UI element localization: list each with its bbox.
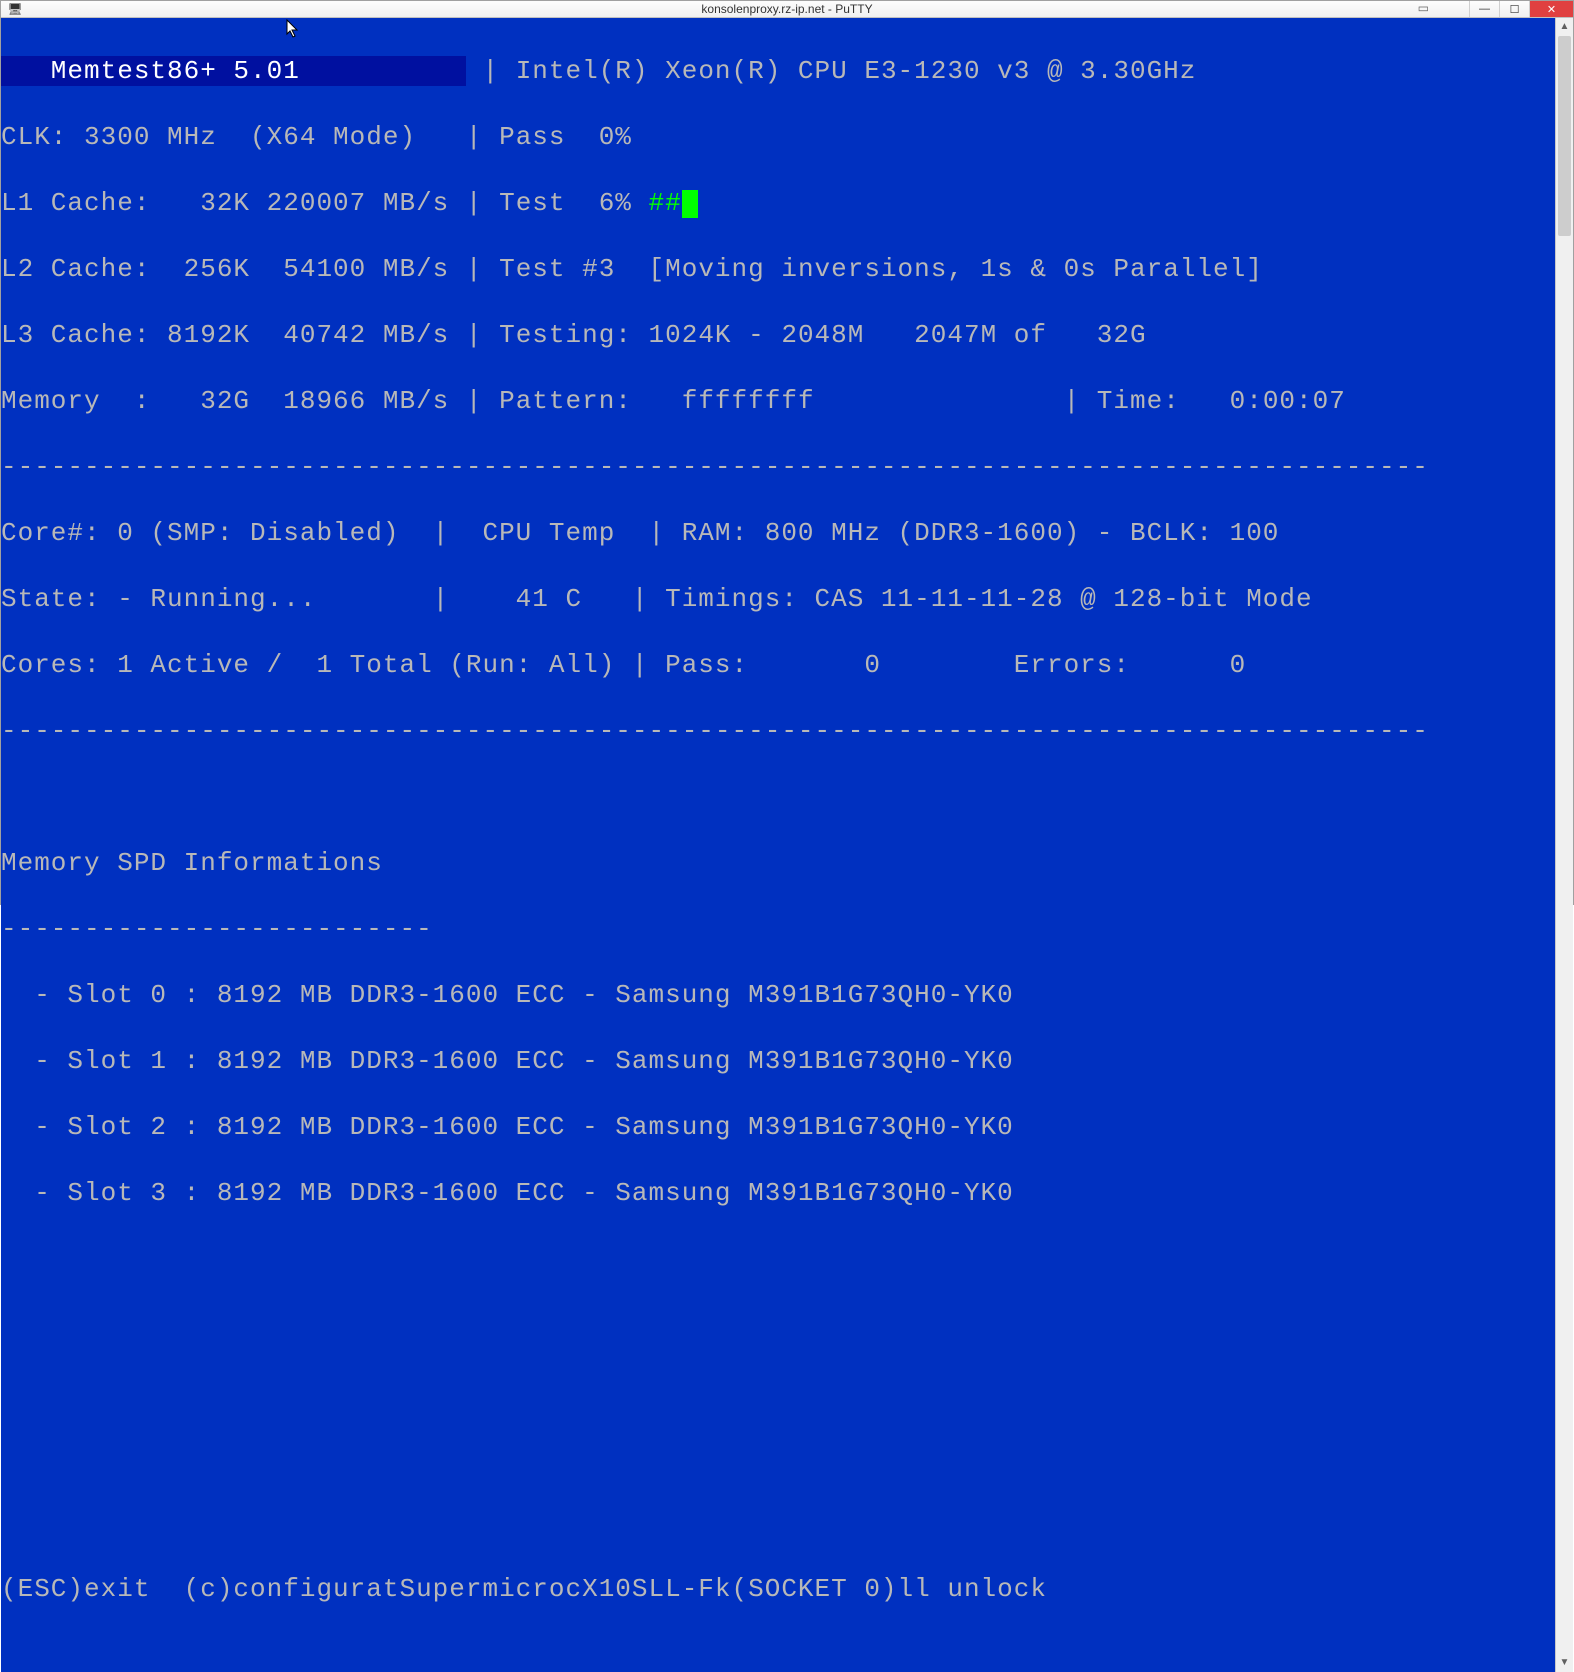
- divider-2: ----------------------------------------…: [1, 715, 1555, 748]
- slot-3: - Slot 3 : 8192 MB DDR3-1600 ECC - Samsu…: [1, 1177, 1555, 1210]
- putty-icon: 🖥: [7, 1, 23, 17]
- window-icon-extra: ▭: [1418, 1, 1429, 17]
- test-name-text: Test #3 [Moving inversions, 1s & 0s Para…: [499, 254, 1263, 284]
- l3-text: L3 Cache: 8192K 40742 MB/s: [1, 320, 449, 350]
- slot-2: - Slot 2 : 8192 MB DDR3-1600 ECC - Samsu…: [1, 1111, 1555, 1144]
- memtest-title: Memtest86+ 5.01: [1, 56, 466, 86]
- cpu-text: Intel(R) Xeon(R) CPU E3-1230 v3 @ 3.30GH…: [516, 56, 1197, 86]
- clk-text: CLK: 3300 MHz (X64 Mode): [1, 122, 416, 152]
- test-pct-text: Test 6%: [499, 188, 648, 218]
- mem-text: Memory : 32G 18966 MB/s: [1, 386, 449, 416]
- putty-window: 🖥 konsolenproxy.rz-ip.net - PuTTY ▭ — ☐ …: [0, 0, 1574, 905]
- l2-text: L2 Cache: 256K 54100 MB/s: [1, 254, 449, 284]
- terminal-area: Memtest86+ 5.01 | Intel(R) Xeon(R) CPU E…: [1, 18, 1573, 1672]
- pass-text: Pass 0%: [499, 122, 632, 152]
- cursor-block: [682, 190, 698, 218]
- slot-1: - Slot 1 : 8192 MB DDR3-1600 ECC - Samsu…: [1, 1045, 1555, 1078]
- progress-bar: ##: [649, 188, 682, 218]
- state-line: State: - Running... | 41 C | Timings: CA…: [1, 583, 1555, 616]
- core-line: Core#: 0 (SMP: Disabled) | CPU Temp | RA…: [1, 517, 1555, 550]
- vertical-scrollbar[interactable]: ▲ ▼: [1555, 18, 1573, 1672]
- maximize-button[interactable]: ☐: [1499, 1, 1529, 17]
- slot-0: - Slot 0 : 8192 MB DDR3-1600 ECC - Samsu…: [1, 979, 1555, 1012]
- scrollbar-thumb[interactable]: [1558, 36, 1571, 236]
- window-title: konsolenproxy.rz-ip.net - PuTTY: [1, 2, 1573, 16]
- footer-line: (ESC)exit (c)configuratSupermicrocX10SLL…: [1, 1573, 1555, 1606]
- titlebar[interactable]: 🖥 konsolenproxy.rz-ip.net - PuTTY ▭ — ☐ …: [1, 1, 1573, 18]
- spd-header: Memory SPD Informations: [1, 847, 1555, 880]
- terminal[interactable]: Memtest86+ 5.01 | Intel(R) Xeon(R) CPU E…: [1, 18, 1555, 1672]
- scroll-down-icon[interactable]: ▼: [1556, 1654, 1573, 1672]
- l1-text: L1 Cache: 32K 220007 MB/s: [1, 188, 449, 218]
- minimize-button[interactable]: —: [1469, 1, 1499, 17]
- spd-dashes: --------------------------: [1, 913, 1555, 946]
- divider-1: ----------------------------------------…: [1, 451, 1555, 484]
- scroll-up-icon[interactable]: ▲: [1556, 18, 1573, 36]
- pattern-text: Pattern: ffffffff: [499, 386, 814, 416]
- window-controls: ▭ — ☐ ✕: [1418, 1, 1573, 17]
- time-text: | Time: 0:00:07: [1064, 386, 1346, 416]
- close-button[interactable]: ✕: [1529, 1, 1573, 17]
- cores-line: Cores: 1 Active / 1 Total (Run: All) | P…: [1, 649, 1555, 682]
- testing-text: Testing: 1024K - 2048M 2047M of 32G: [499, 320, 1147, 350]
